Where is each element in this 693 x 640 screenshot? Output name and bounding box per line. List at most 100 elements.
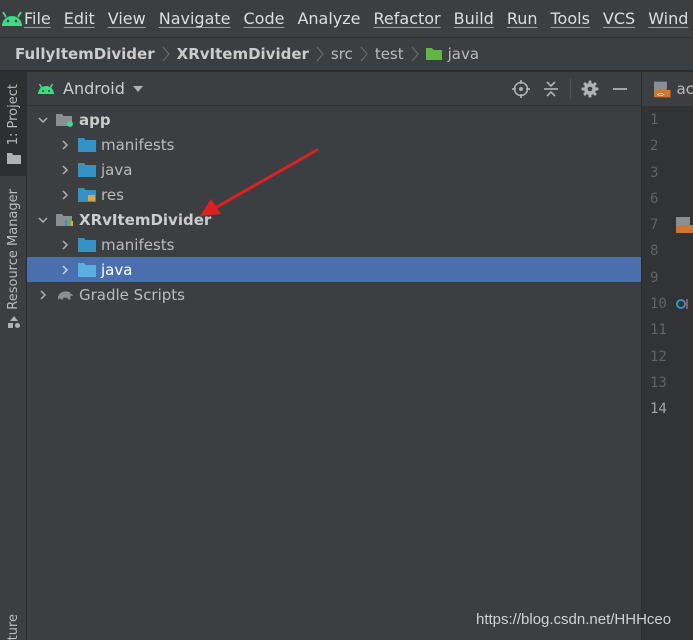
tab-project[interactable]: 1: Project — [0, 72, 27, 176]
library-module-icon — [56, 211, 74, 229]
project-panel-actions — [506, 72, 635, 106]
tab-resource-manager-label: Resource Manager — [6, 188, 21, 310]
line-number: 3 — [650, 164, 659, 181]
chevron-right-icon[interactable] — [58, 188, 72, 202]
line-number: 1 — [650, 112, 659, 128]
menu-edit[interactable]: Edit — [64, 9, 95, 28]
breadcrumb-src[interactable]: src — [331, 45, 353, 63]
tree-item-app-java[interactable]: java — [27, 157, 641, 182]
line-number: 8 — [650, 243, 659, 260]
tree-item-lib-java[interactable]: java — [27, 257, 641, 282]
current-line-number: 14 — [650, 401, 667, 418]
line-number-gutter: 1 2 3 6 7 8 9 10 11 12 13 14 — [642, 107, 693, 423]
project-view-selector[interactable]: Android — [37, 79, 143, 98]
chevron-right-icon[interactable] — [36, 288, 50, 302]
android-studio-logo-icon — [0, 0, 24, 37]
chevron-right-icon[interactable] — [58, 263, 72, 277]
tree-item-xrvitemdivider[interactable]: XRvItemDivider — [27, 207, 641, 232]
hide-panel-button[interactable] — [605, 74, 635, 104]
tab-resource-manager[interactable]: Resource Manager — [0, 184, 27, 334]
line-number: 10 — [650, 296, 667, 313]
menu-build[interactable]: Build — [454, 9, 494, 28]
settings-button[interactable] — [575, 74, 605, 104]
layout-xml-icon: <> — [654, 81, 671, 98]
gutter-line-10: 10 — [642, 291, 693, 317]
menu-analyze[interactable]: Analyze — [297, 9, 360, 28]
watermark: https://blog.csdn.net/HHHceo — [476, 611, 672, 628]
tree-item-label: Gradle Scripts — [79, 285, 185, 304]
tree-item-gradle-scripts[interactable]: Gradle Scripts — [27, 282, 641, 307]
folder-icon — [78, 136, 96, 154]
breadcrumb-project[interactable]: FullyItemDivider — [15, 45, 155, 63]
project-panel: Android app manifests java res XRvItemDi… — [27, 72, 641, 640]
tree-item-app-res[interactable]: res — [27, 182, 641, 207]
tree-item-app-manifests[interactable]: manifests — [27, 132, 641, 157]
locate-file-button[interactable] — [506, 74, 536, 104]
chevron-right-icon[interactable] — [58, 163, 72, 177]
line-number: 2 — [650, 138, 659, 155]
line-number: 12 — [650, 348, 667, 365]
chevron-right-icon[interactable] — [58, 138, 72, 152]
tree-item-label: app — [79, 110, 111, 129]
tab-structure[interactable]: ture — [0, 610, 27, 640]
editor-area: <> ac 1 2 3 6 7 8 9 10 11 12 13 14 — [641, 72, 693, 640]
tree-item-label: XRvItemDivider — [79, 210, 212, 229]
breadcrumb-separator-icon — [162, 46, 170, 62]
tree-item-app[interactable]: app — [27, 107, 641, 132]
collapse-all-icon — [544, 81, 558, 97]
class-reference-icon[interactable] — [676, 297, 690, 311]
menu-code[interactable]: Code — [244, 9, 285, 28]
tree-item-label: java — [101, 160, 133, 179]
line-number: 13 — [650, 374, 667, 391]
tree-item-lib-manifests[interactable]: manifests — [27, 232, 641, 257]
breadcrumb-test[interactable]: test — [375, 45, 404, 63]
menu-bar: File Edit View Navigate Code Analyze Ref… — [0, 0, 693, 37]
app-module-icon — [56, 111, 74, 129]
res-folder-icon — [78, 186, 96, 204]
editor-tab-label: ac — [676, 80, 693, 98]
menu-view[interactable]: View — [108, 9, 146, 28]
menu-file[interactable]: File — [24, 9, 51, 28]
tab-structure-label: ture — [6, 613, 21, 640]
breadcrumb-java[interactable]: java — [425, 45, 480, 63]
green-folder-icon — [425, 48, 442, 60]
gutter-line-7: 7 — [642, 212, 693, 238]
menu-run[interactable]: Run — [507, 9, 538, 28]
android-icon — [38, 83, 54, 94]
chevron-down-icon — [132, 85, 143, 92]
menu-tools[interactable]: Tools — [551, 9, 590, 28]
project-panel-header: Android — [27, 72, 641, 106]
folder-icon — [78, 161, 96, 179]
layout-preview-icon[interactable] — [676, 217, 693, 234]
menu-refactor[interactable]: Refactor — [374, 9, 441, 28]
tree-item-label: manifests — [101, 135, 175, 154]
folder-icon — [78, 236, 96, 254]
breadcrumb: FullyItemDivider XRvItemDivider src test… — [0, 37, 693, 71]
collapse-all-button[interactable] — [536, 74, 566, 104]
chevron-right-icon[interactable] — [58, 238, 72, 252]
chevron-down-icon[interactable] — [36, 113, 50, 127]
gradle-icon — [56, 286, 74, 304]
menu-window[interactable]: Wind — [648, 9, 688, 28]
menu-vcs[interactable]: VCS — [603, 9, 635, 28]
left-tool-strip: 1: Project Resource Manager — [0, 72, 27, 640]
header-divider — [570, 79, 571, 99]
line-number: 7 — [650, 217, 659, 234]
line-number: 11 — [650, 322, 667, 339]
minimize-icon — [613, 88, 627, 90]
breadcrumb-module[interactable]: XRvItemDivider — [177, 45, 309, 63]
line-number: 6 — [650, 190, 659, 207]
tab-project-label: 1: Project — [6, 84, 21, 146]
breadcrumb-java-label: java — [447, 45, 480, 63]
tree-item-label: manifests — [101, 235, 175, 254]
project-view-label: Android — [63, 79, 125, 98]
project-tree: app manifests java res XRvItemDivider ma… — [27, 107, 641, 307]
chevron-down-icon[interactable] — [36, 213, 50, 227]
editor-tab[interactable]: <> ac — [642, 72, 693, 106]
breadcrumb-separator-icon — [316, 46, 324, 62]
menu-navigate[interactable]: Navigate — [159, 9, 231, 28]
resource-manager-icon — [7, 316, 20, 329]
svg-text:<>: <> — [657, 90, 665, 98]
line-number: 9 — [650, 269, 659, 286]
project-folder-icon — [6, 152, 21, 164]
